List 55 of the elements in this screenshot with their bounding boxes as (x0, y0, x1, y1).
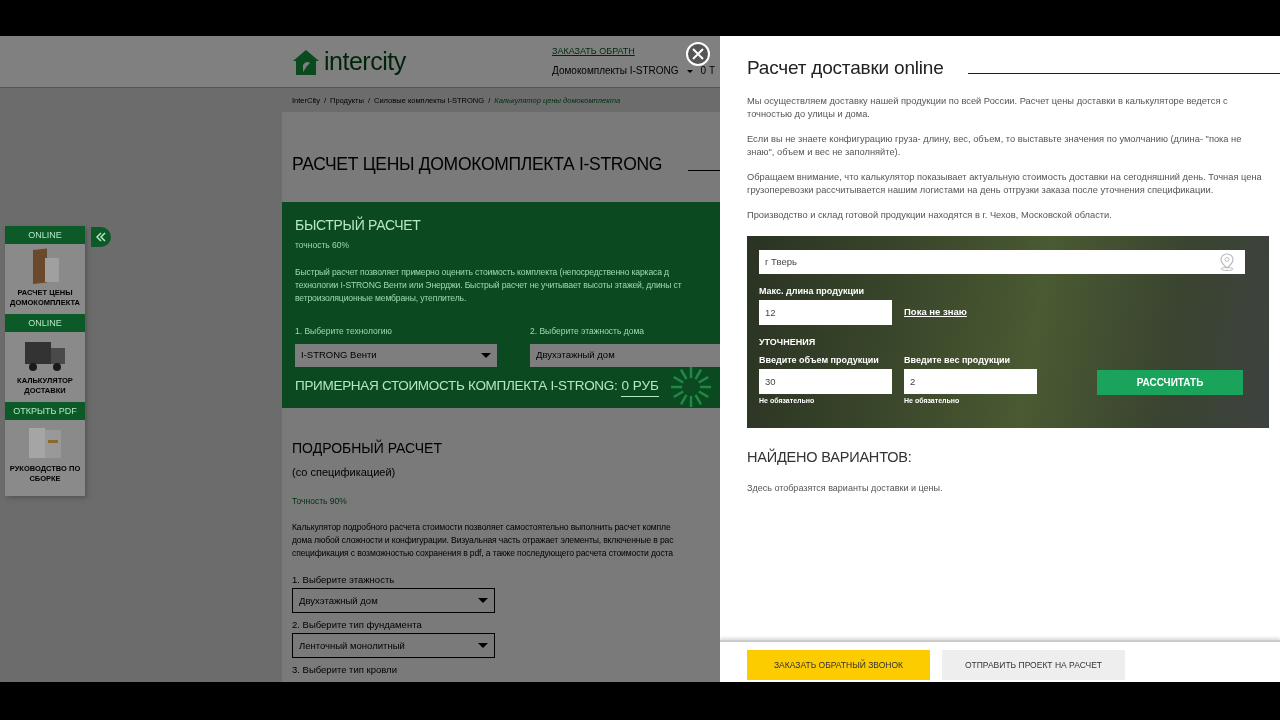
info-paragraph: Если вы не знаете конфигурацию груза- длину, вес, объем, то выставьте значения по умолчанию (длина- "пока не знаю", объем и вес не заполняйте). (747, 132, 1243, 159)
field-label: 3. Выберите тип кровли (292, 664, 398, 676)
select-field[interactable]: I-STRONG Венти (295, 343, 497, 367)
unknown-link[interactable]: Пока не знаю (904, 305, 967, 320)
field-label: 2. Выберите этажность дома (530, 324, 646, 338)
field-label: Макс. длина продукции (759, 284, 866, 298)
callback-button[interactable]: ЗАКАЗАТЬ ОБРАТНЫЙ ЗВОНОК (747, 650, 930, 680)
widget-label[interactable]: ОТКРЫТЬ PDF (5, 402, 85, 420)
number-input[interactable]: 30 (759, 369, 892, 394)
callback-link[interactable]: ЗАКАЗАТЬ ОБРАТН (552, 45, 635, 59)
length-input[interactable]: 12 (759, 300, 892, 325)
description-line: Калькулятор подробного расчета стоимости позволяет самостоятельно выполнить расчет компле (292, 521, 672, 535)
field-label: Введите вес продукции (904, 353, 1012, 367)
house-logo-icon (292, 47, 320, 76)
field-label: 2. Выберите тип фундамента (292, 619, 423, 631)
send-project-button[interactable]: ОТПРАВИТЬ ПРОЕКТ НА РАСЧЕТ (942, 650, 1125, 680)
description-line: дома любой сложности и конфигурации. Визуальная часть отражает элементы, включенные в рас (292, 534, 675, 548)
field-label: Введите объем продукции (759, 353, 880, 367)
info-paragraph: Обращаем внимание, что калькулятор показывает актуальную стоимость доставки на сегодняшний день. Точная цена грузоперевозки рассчитывается нашим логистами на день отгрузки заказа после уточнения спецификации. (747, 170, 1263, 197)
widget-label[interactable]: ONLINE (5, 226, 85, 244)
address-input[interactable]: г Тверь (759, 249, 1245, 274)
results-note: Здесь отобразятся варианты доставки и цены. (747, 482, 944, 496)
double-chevron-icon (94, 230, 108, 244)
description-line: технологии I-STRONG Венти или Энерджи. Быстрый расчет не учитывает высоты этажей, длины ст (295, 278, 683, 292)
accuracy-text: точность 60% (295, 239, 351, 252)
widget-label[interactable]: ONLINE (5, 314, 85, 332)
nav-link[interactable]: Домокомплекты I-STRONG (552, 62, 693, 78)
info-paragraph: Мы осуществляем доставку нашей продукции по всей России. Расчет цены доставки в калькуляторе ведется с точностью до улицы и дома. (747, 94, 1229, 121)
section-subtitle: (со спецификацией) (292, 465, 397, 480)
section-label: УТОЧНЕНИЯ (759, 336, 817, 349)
description-line: Быстрый расчет позволяет примерно оценить стоимость комплекта (непосредственно каркаса д (295, 265, 670, 279)
field-label: 1. Выберите технологию (295, 324, 393, 338)
select-field[interactable]: Двухэтажный дом (292, 588, 495, 614)
section-title: БЫСТРЫЙ РАСЧЕТ (295, 215, 422, 235)
collapse-button[interactable] (91, 227, 111, 247)
nav-link[interactable]: 0 Т (700, 62, 715, 78)
location-pin-icon (1219, 252, 1235, 271)
price-label: ПРИМЕРНАЯ СТОИМОСТЬ КОМПЛЕКТА I-STRONG: (295, 377, 618, 396)
info-paragraph: Производство и склад готовой продукции находятся в г. Чехов, Московской области. (747, 208, 1113, 222)
field-label: 1. Выберите этажность (292, 574, 396, 586)
panel-title: Расчет доставки online (747, 56, 944, 80)
results-title: НАЙДЕНО ВАРИАНТОВ: (747, 447, 913, 467)
calculate-button[interactable]: РАССЧИТАТЬ (1097, 369, 1243, 395)
description-line: спецификация с возможностью сохранения в pdf, а также последующего расчета стоимости доста (292, 547, 674, 561)
number-input[interactable]: 2 (904, 369, 1037, 394)
price-value: 0 РУБ (621, 375, 659, 398)
loading-spinner-icon (668, 364, 713, 409)
section-title: ПОДРОБНЫЙ РАСЧЕТ (292, 438, 443, 458)
accuracy-text: Точность 90% (292, 494, 348, 508)
close-icon (691, 47, 705, 61)
select-field[interactable]: Двухэтажный дом (530, 343, 720, 367)
description-line: ветроизоляционные мембраны, утеплитель. (295, 291, 468, 305)
logo-text: intercity (324, 45, 406, 77)
select-field[interactable]: Ленточный монолитный (292, 633, 495, 659)
page-title: РАСЧЕТ ЦЕНЫ ДОМОКОМПЛЕКТА I-STRONG (292, 153, 663, 176)
